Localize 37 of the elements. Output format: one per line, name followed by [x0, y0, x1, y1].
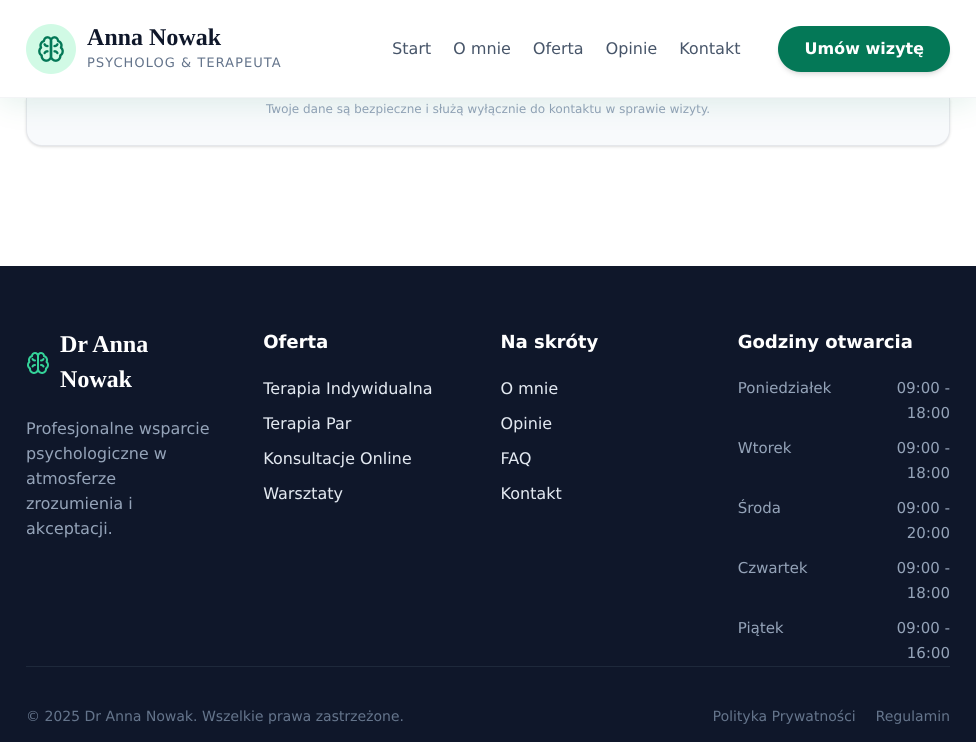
hours-text: 09:00 - 18:00: [896, 558, 950, 604]
footer-link[interactable]: Terapia Indywidualna: [263, 376, 476, 401]
day-label: Piątek: [738, 618, 784, 639]
copyright-text: © 2025 Dr Anna Nowak. Wszelkie prawa zastrzeżone.: [26, 708, 404, 727]
brain-icon: [37, 34, 65, 62]
brain-icon: [26, 351, 50, 375]
privacy-note: Twoje dane są bezpieczne i służą wyłącznie do kontaktu w sprawie wizyty.: [266, 101, 710, 118]
nav-link[interactable]: Oferta: [532, 36, 584, 60]
site-name: Anna Nowak: [87, 24, 222, 52]
footer-link[interactable]: Kontakt: [500, 481, 713, 506]
footer-link[interactable]: FAQ: [500, 446, 713, 471]
hours-text: 09:00 - 20:00: [896, 498, 950, 544]
footer-heading: Na skróty: [500, 331, 600, 355]
book-visit-button[interactable]: Umów wizytę: [778, 26, 950, 72]
nav-link[interactable]: Kontakt: [679, 36, 740, 60]
day-label: Środa: [738, 498, 781, 519]
footer-description: Profesjonalne wsparcie psychologiczne w atmosferze zrozumienia i akceptacji.: [26, 418, 211, 540]
nav-link[interactable]: Start: [392, 36, 432, 60]
footer-link[interactable]: Konsultacje Online: [263, 446, 476, 471]
footer-link[interactable]: Warsztaty: [263, 481, 476, 506]
hours-text: 09:00 - 18:00: [896, 438, 950, 484]
footer-heading: Godziny otwarcia: [738, 331, 914, 355]
legal-link[interactable]: Regulamin: [876, 707, 950, 728]
hours-text: 09:00 - 18:00: [896, 378, 950, 424]
footer-brand: Dr Anna Nowak: [60, 331, 150, 395]
footer-link[interactable]: O mnie: [500, 376, 713, 401]
day-label: Poniedziałek: [738, 378, 832, 399]
nav-link[interactable]: Opinie: [606, 36, 658, 60]
site-subtitle: PSYCHOLOG & TERAPEUTA: [87, 54, 282, 73]
legal-link[interactable]: Polityka Prywatności: [712, 707, 856, 728]
day-label: Czwartek: [738, 558, 808, 579]
footer-heading: Oferta: [263, 331, 330, 355]
hours-text: 09:00 - 16:00: [896, 618, 950, 664]
footer-link[interactable]: Terapia Par: [263, 411, 476, 436]
footer-link[interactable]: Opinie: [500, 411, 713, 436]
day-label: Wtorek: [738, 438, 792, 459]
nav-link[interactable]: O mnie: [453, 36, 511, 60]
